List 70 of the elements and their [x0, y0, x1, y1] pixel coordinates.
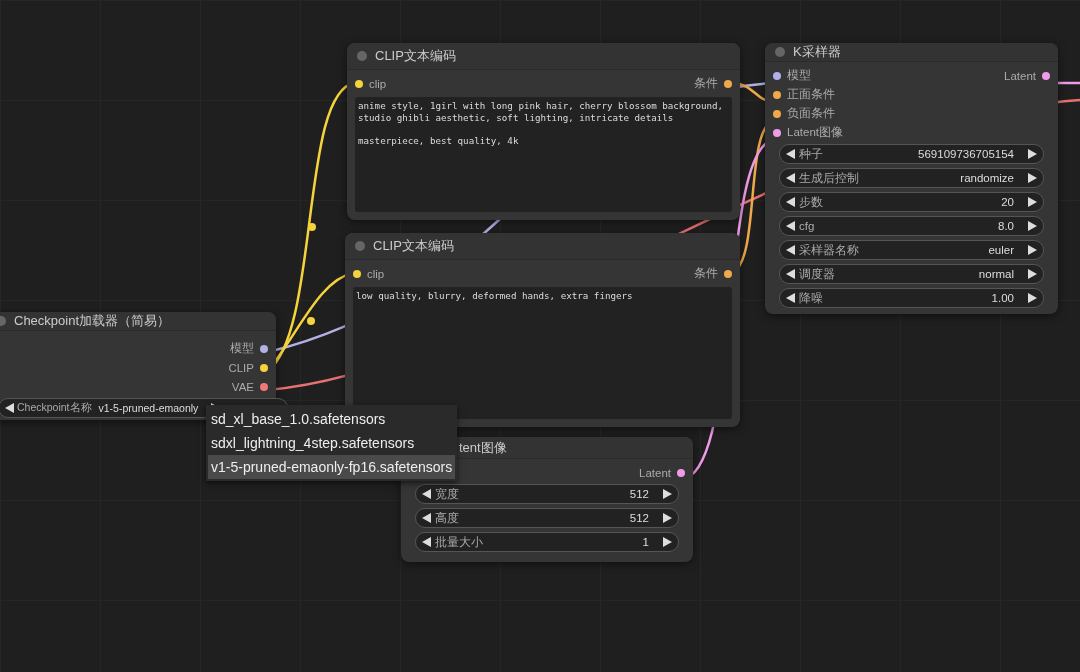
value-stepper[interactable]: 采样器名称 euler — [779, 240, 1044, 260]
node-status-dot — [355, 241, 365, 251]
output-socket-icon[interactable] — [260, 363, 268, 372]
node-title: K采样器 — [793, 43, 841, 61]
caret-right-icon[interactable] — [663, 513, 672, 523]
node-title: Checkpoint加载器（简易） — [14, 312, 171, 330]
input-socket-icon[interactable] — [355, 79, 363, 88]
caret-left-icon[interactable] — [786, 293, 795, 303]
value-stepper[interactable]: 步数 20 — [779, 192, 1044, 212]
slot-label: Latent — [639, 466, 671, 479]
caret-right-icon[interactable] — [1028, 293, 1037, 303]
caret-left-icon[interactable] — [786, 173, 795, 183]
caret-left-icon[interactable] — [786, 269, 795, 279]
output-socket-icon[interactable] — [1042, 71, 1050, 80]
value-stepper[interactable]: 种子 569109736705154 — [779, 144, 1044, 164]
caret-right-icon[interactable] — [663, 489, 672, 499]
value-stepper[interactable]: 调度器 normal — [779, 264, 1044, 284]
caret-right-icon[interactable] — [1028, 221, 1037, 231]
caret-right-icon[interactable] — [1028, 269, 1037, 279]
prompt-text-field[interactable]: anime style, 1girl with long pink hair, cherry blossom background, studio ghibli aesthetic, soft lighting, intricate details masterpiece, best quality, 4k — [355, 97, 732, 212]
slot-label: Latent — [1004, 69, 1036, 82]
slot-label: 正面条件 — [787, 87, 835, 102]
caret-left-icon[interactable] — [786, 221, 795, 231]
caret-left-icon[interactable] — [786, 245, 795, 255]
output-socket-icon[interactable] — [724, 269, 732, 278]
caret-left-icon[interactable] — [422, 489, 431, 499]
node-status-dot — [357, 51, 367, 61]
value-stepper[interactable]: 批量大小 1 — [415, 532, 679, 552]
value-stepper[interactable]: 降噪 1.00 — [779, 288, 1044, 308]
slot-label: VAE — [231, 380, 254, 393]
caret-left-icon[interactable] — [5, 403, 14, 413]
value-stepper[interactable]: 宽度 512 — [415, 484, 679, 504]
node-title: CLIP文本编码 — [373, 237, 454, 255]
slot-label: Latent图像 — [787, 125, 843, 140]
caret-right-icon[interactable] — [1028, 245, 1037, 255]
caret-left-icon[interactable] — [786, 149, 795, 159]
node-status-dot — [775, 47, 785, 57]
node-title: CLIP文本编码 — [375, 47, 456, 65]
caret-right-icon[interactable] — [1028, 173, 1037, 183]
slot-label: clip — [369, 77, 387, 90]
value-stepper[interactable]: cfg 8.0 — [779, 216, 1044, 236]
slot-label: 负面条件 — [787, 106, 835, 121]
caret-left-icon[interactable] — [422, 537, 431, 547]
menu-item[interactable]: v1-5-pruned-emaonly-fp16.safetensors — [208, 455, 456, 479]
caret-right-icon[interactable] — [1028, 149, 1037, 159]
reroute-dot[interactable] — [307, 317, 315, 325]
slot-label: 模型 — [787, 68, 811, 83]
input-socket-icon[interactable] — [773, 109, 781, 118]
output-socket-icon[interactable] — [260, 344, 268, 353]
output-socket-icon[interactable] — [724, 79, 732, 88]
slot-label: 条件 — [694, 266, 718, 281]
value-stepper[interactable]: 生成后控制 randomize — [779, 168, 1044, 188]
reroute-dot[interactable] — [308, 223, 316, 231]
input-socket-icon[interactable] — [773, 90, 781, 99]
slot-label: CLIP — [228, 361, 254, 374]
slot-label: 条件 — [694, 76, 718, 91]
node-title: tent图像 — [459, 438, 507, 457]
input-socket-icon[interactable] — [353, 269, 361, 278]
slot-label: 模型 — [230, 341, 254, 356]
output-socket-icon[interactable] — [260, 382, 268, 391]
slot-label: clip — [367, 267, 385, 280]
input-socket-icon[interactable] — [773, 71, 781, 80]
caret-left-icon[interactable] — [786, 197, 795, 207]
output-socket-icon[interactable] — [677, 468, 685, 477]
caret-left-icon[interactable] — [422, 513, 431, 523]
menu-item[interactable]: sdxl_lightning_4step.safetensors — [208, 431, 456, 455]
caret-right-icon[interactable] — [1028, 197, 1037, 207]
caret-right-icon[interactable] — [663, 537, 672, 547]
input-socket-icon[interactable] — [773, 128, 781, 137]
value-stepper[interactable]: 高度 512 — [415, 508, 679, 528]
